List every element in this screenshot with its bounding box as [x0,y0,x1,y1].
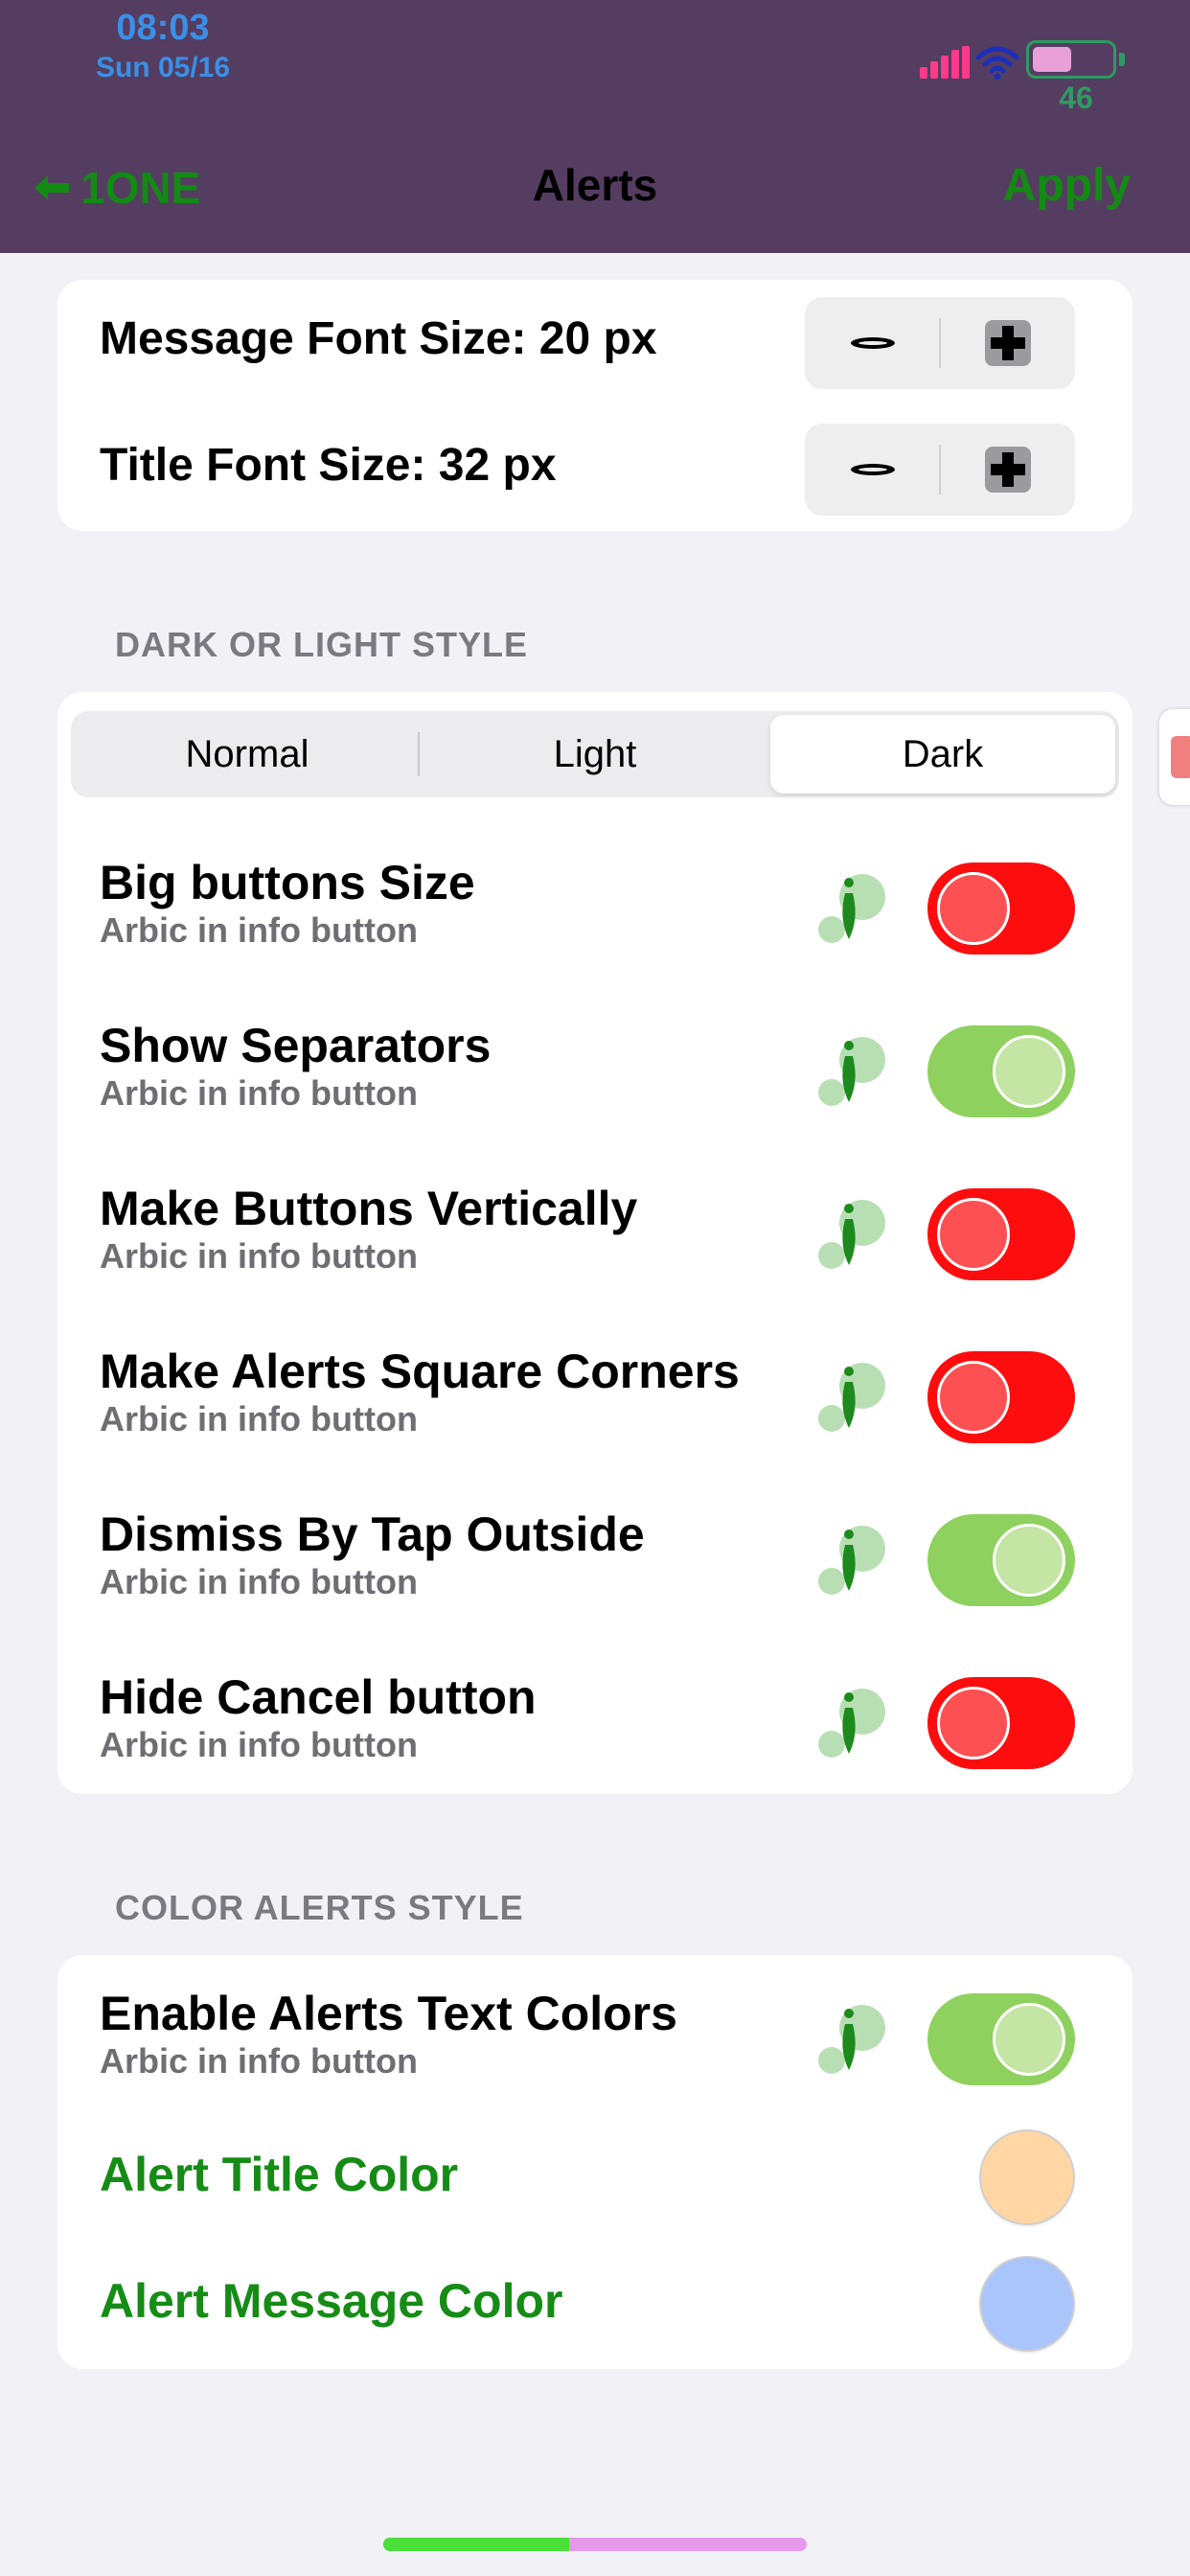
style-card: Normal Light Dark Big buttons Size Arbic … [57,692,1133,1794]
toggle-row-subtitle: Arbic in info button [100,1399,418,1438]
plus-icon [984,320,1031,366]
segment-normal[interactable]: Normal [75,715,420,794]
info-icon[interactable] [816,1997,893,2074]
segment-separator [418,732,420,776]
info-icon[interactable] [816,1681,893,1758]
toggle-knob [937,872,1010,945]
enable-text-colors-subtitle: Arbic in info button [100,2041,418,2081]
toggle-row-title: Show Separators [100,1019,492,1072]
toggle-switch[interactable] [927,1677,1075,1769]
enable-text-colors-title: Enable Alerts Text Colors [100,1987,677,2040]
toggle-row-title: Big buttons Size [100,856,475,909]
message-font-size-label: Message Font Size: 20 px [100,313,657,364]
toggle-switch[interactable] [927,1351,1075,1443]
alert-title-color-well[interactable] [981,2131,1073,2223]
side-tab-marker [1171,736,1190,778]
page-title: Alerts [532,160,658,210]
increase-button[interactable] [940,424,1075,516]
segment-dark[interactable]: Dark [770,715,1115,794]
toggle-row-subtitle: Arbic in info button [100,1073,418,1113]
battery-icon [1026,40,1116,79]
style-segmented-control: Normal Light Dark [71,711,1119,797]
info-icon[interactable] [816,1192,893,1269]
battery-fill [1033,47,1071,72]
toggle-knob [937,1361,1010,1434]
info-icon[interactable] [816,866,893,943]
status-date: Sun 05/16 [95,52,231,83]
alert-message-color-well[interactable] [981,2258,1073,2350]
toggle-knob [993,2003,1065,2076]
toggle-row-subtitle: Arbic in info button [100,1725,418,1764]
style-section-header: DARK OR LIGHT STYLE [115,625,528,664]
message-font-size-stepper [805,297,1075,389]
arrow-left-icon [34,175,69,200]
toggle-row-title: Make Alerts Square Corners [100,1345,740,1398]
minus-icon [850,337,895,349]
apply-button[interactable]: Apply [1003,159,1131,212]
minus-icon [850,464,895,475]
toggle-row-title: Make Buttons Vertically [100,1182,638,1235]
side-tab-handle[interactable] [1159,709,1190,805]
back-label: 1ONE [80,163,201,213]
title-font-size-stepper [805,424,1075,516]
wifi-icon [975,46,1019,80]
back-button[interactable]: 1ONE [33,161,200,215]
toggle-knob [937,1198,1010,1271]
title-font-size-label: Title Font Size: 32 px [100,440,557,491]
toggle-switch[interactable] [927,1025,1075,1117]
info-icon[interactable] [816,1029,893,1106]
navigation-bar: 08:03 Sun 05/16 46 1ONE Alerts Apply [0,0,1190,253]
info-icon[interactable] [816,1355,893,1432]
battery-percent: 46 [1059,80,1093,115]
enable-text-colors-toggle[interactable] [927,1993,1075,2085]
toggle-knob [993,1524,1065,1597]
battery-nub [1119,53,1125,66]
toggle-row-subtitle: Arbic in info button [100,1236,418,1276]
toggle-knob [937,1687,1010,1760]
signal-icon [920,46,970,79]
decrease-button[interactable] [805,424,940,516]
increase-button[interactable] [940,297,1075,389]
segment-light[interactable]: Light [423,715,767,794]
alert-message-color-label: Alert Message Color [100,2274,563,2328]
color-section-header: COLOR ALERTS STYLE [115,1888,524,1927]
decrease-button[interactable] [805,297,940,389]
alert-title-color-label: Alert Title Color [100,2148,459,2201]
toggle-switch[interactable] [927,1514,1075,1606]
toggle-knob [993,1035,1065,1108]
plus-icon [984,447,1031,493]
info-icon[interactable] [816,1518,893,1595]
home-indicator [383,2538,807,2551]
toggle-row-subtitle: Arbic in info button [100,1562,418,1601]
status-time: 08:03 [116,8,210,48]
toggle-row-title: Dismiss By Tap Outside [100,1507,645,1561]
toggle-switch[interactable] [927,862,1075,954]
home-indicator-progress [383,2538,570,2551]
toggle-row-title: Hide Cancel button [100,1670,537,1724]
color-card: Enable Alerts Text Colors Arbic in info … [57,1955,1133,2369]
toggle-row-subtitle: Arbic in info button [100,910,418,950]
font-size-card: Message Font Size: 20 px Title Font Size… [57,280,1133,531]
toggle-switch[interactable] [927,1188,1075,1280]
